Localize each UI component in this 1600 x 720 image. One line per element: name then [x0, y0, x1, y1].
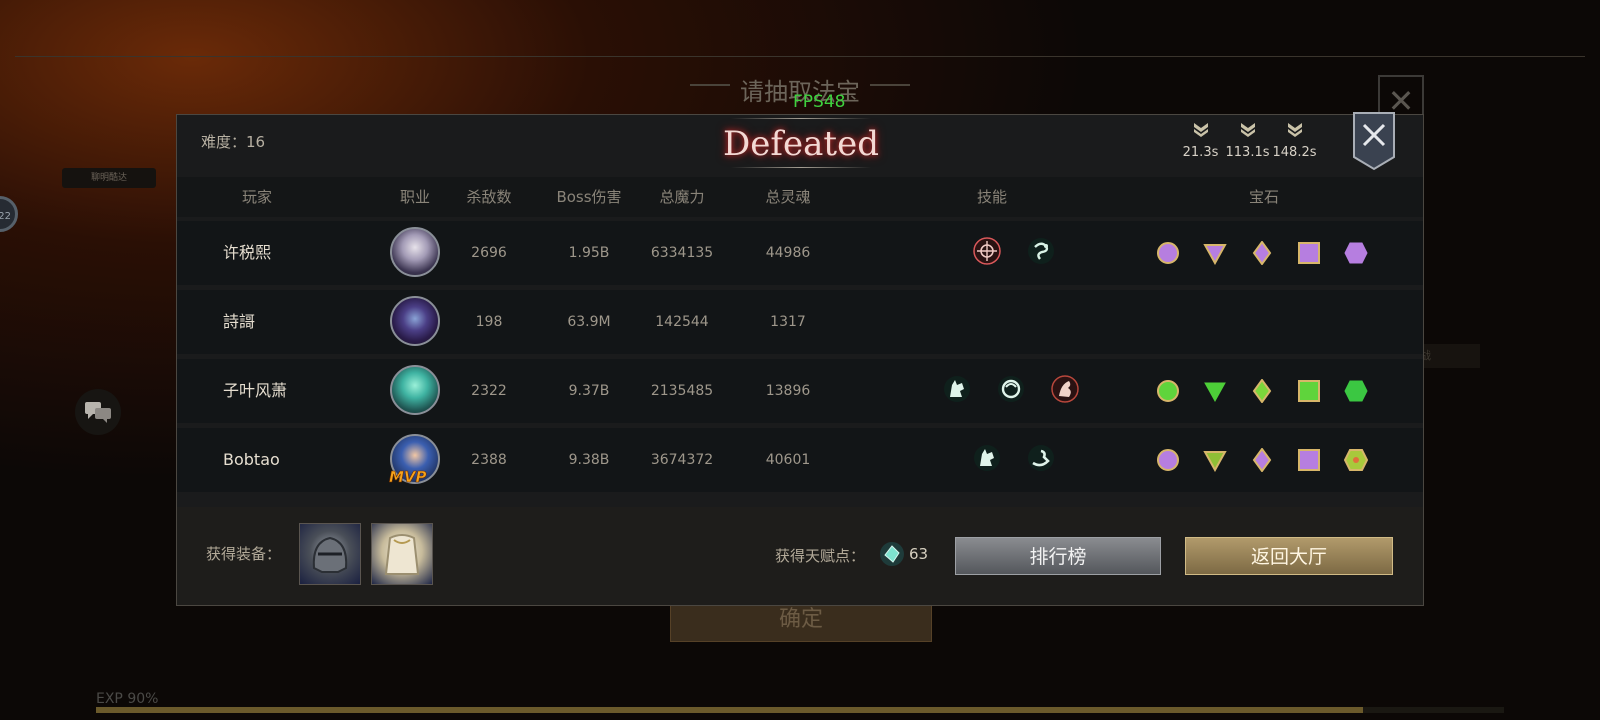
gem-square-icon: [1298, 242, 1320, 264]
boss-damage-value: 9.38B: [568, 452, 610, 468]
header-total-magic: 总魔力: [659, 188, 705, 206]
result-title: Defeated: [723, 124, 879, 164]
class-avatar: [390, 227, 440, 277]
result-dialog: 难度：16 Defeated 21.3s 113.1s 148.2s 玩家 职业…: [176, 111, 1424, 606]
title-ornament-bottom: [731, 167, 871, 168]
gem-circle-icon: [1157, 242, 1179, 264]
stage-timer: 148.2s: [1271, 119, 1318, 160]
serpent-rune-icon[interactable]: [1027, 237, 1055, 265]
header-boss-damage: Boss伤害: [556, 188, 622, 206]
leaderboard-button[interactable]: 排行榜: [955, 537, 1161, 575]
stage-timer-value: 113.1s: [1225, 145, 1270, 160]
exp-label: EXP 90%: [96, 691, 159, 707]
total-magic-value: 2135485: [650, 383, 714, 399]
rank-chevron-icon: [1287, 123, 1302, 137]
loot-item[interactable]: [371, 523, 433, 585]
return-lobby-button[interactable]: 返回大厅: [1185, 537, 1393, 575]
player-name: Bobtao: [223, 450, 280, 469]
header-skills: 技能: [976, 188, 1007, 206]
stage-timer-value: 21.3s: [1182, 145, 1219, 160]
gem-square-icon: [1298, 380, 1320, 402]
gem-triangle-icon: [1203, 451, 1227, 472]
gem-square-icon: [1298, 449, 1320, 471]
orb-rune-icon[interactable]: [997, 375, 1025, 403]
total-magic-value: 3674372: [650, 452, 714, 468]
total-soul-value: 44986: [765, 245, 811, 261]
chat-button: [75, 389, 121, 435]
stage-timer: 21.3s: [1177, 119, 1224, 160]
header-class: 职业: [399, 188, 430, 206]
gem-circle-icon: [1157, 380, 1179, 402]
wolf-rune-icon[interactable]: [973, 444, 1001, 472]
fps-counter: FPS48: [793, 92, 846, 112]
kills-value: 2388: [471, 452, 507, 468]
gem-diamond-icon: [1252, 379, 1272, 403]
rank-chevron-icon: [1240, 123, 1255, 137]
dragon-rune-icon[interactable]: [1051, 375, 1079, 403]
header-gems: 宝石: [1248, 188, 1279, 206]
rewards-footer: 获得装备： 获得天赋点： 63 排行榜 返回大厅: [177, 507, 1423, 605]
talent-crystal-icon: [880, 542, 904, 566]
player-name: 詩謌: [223, 312, 256, 331]
close-x-icon: [1353, 112, 1395, 171]
rank-chevron-icon: [1193, 123, 1208, 137]
difficulty-label: 难度：16: [201, 133, 266, 151]
table-header: 玩家 职业 杀敌数 Boss伤害 总魔力 总灵魂 技能 宝石: [177, 177, 1423, 217]
gem-triangle-icon: [1203, 244, 1227, 265]
total-soul-value: 40601: [765, 452, 811, 468]
gem-circle-icon: [1157, 449, 1179, 471]
boss-damage-value: 9.37B: [568, 383, 610, 399]
total-soul-value: 13896: [765, 383, 811, 399]
table-row[interactable]: Bobtao MVP 2388 9.38B 3674372 40601: [177, 428, 1423, 492]
loot-item[interactable]: [299, 523, 361, 585]
claw-rune-icon[interactable]: [1027, 444, 1055, 472]
gem-triangle-icon: [1204, 382, 1226, 403]
kills-value: 198: [475, 314, 503, 330]
header-kills: 杀敌数: [466, 188, 512, 206]
stage-timer: 113.1s: [1224, 119, 1271, 160]
background-chip: 聊明酷达: [62, 168, 156, 188]
background-divider: [15, 56, 1585, 57]
gem-hexagon-icon: [1344, 449, 1368, 471]
header-player: 玩家: [241, 188, 272, 206]
gem-hexagon-icon: [1344, 380, 1368, 402]
header-total-soul: 总灵魂: [765, 188, 811, 206]
loot-label: 获得装备：: [206, 545, 282, 563]
talent-label: 获得天赋点：: [775, 547, 866, 565]
close-button[interactable]: [1352, 111, 1396, 171]
steel-helmet-icon: [312, 536, 348, 573]
class-avatar: [390, 296, 440, 346]
stage-timers: 21.3s 113.1s 148.2s: [1177, 119, 1318, 160]
total-soul-value: 1317: [770, 314, 806, 330]
exp-bar-fill: [96, 707, 1364, 713]
table-row[interactable]: 詩謌 198 63.9M 142544 1317: [177, 290, 1423, 354]
table-row[interactable]: 许税熙 2696 1.95B 6334135 44986: [177, 221, 1423, 285]
gem-hexagon-icon: [1344, 242, 1368, 264]
gem-diamond-icon: [1252, 241, 1272, 265]
total-magic-value: 6334135: [650, 245, 714, 261]
kills-value: 2696: [471, 245, 507, 261]
result-title-block: Defeated: [687, 115, 915, 175]
stage-timer-value: 148.2s: [1272, 145, 1317, 160]
table-row[interactable]: 子叶风萧 2322 9.37B 2135485 13896: [177, 359, 1423, 423]
player-name: 许税熙: [223, 243, 272, 262]
gem-diamond-icon: [1252, 448, 1272, 472]
crosshair-rune-icon[interactable]: [973, 237, 1001, 265]
kills-value: 2322: [471, 383, 507, 399]
background-confirm-button: 确定: [670, 600, 932, 642]
mvp-badge: MVP: [389, 468, 427, 487]
wolf-rune-icon[interactable]: [943, 375, 971, 403]
player-name: 子叶风萧: [223, 381, 288, 400]
boss-damage-value: 1.95B: [568, 245, 610, 261]
class-avatar: [390, 365, 440, 415]
talent-value: 63: [909, 545, 929, 563]
background-avatar: 22: [0, 196, 18, 232]
exp-bar: [96, 707, 1504, 713]
title-ornament-top: [731, 118, 871, 119]
total-magic-value: 142544: [655, 314, 709, 330]
boss-damage-value: 63.9M: [567, 314, 611, 330]
chat-icon: [85, 402, 111, 423]
white-cape-icon: [384, 534, 420, 575]
